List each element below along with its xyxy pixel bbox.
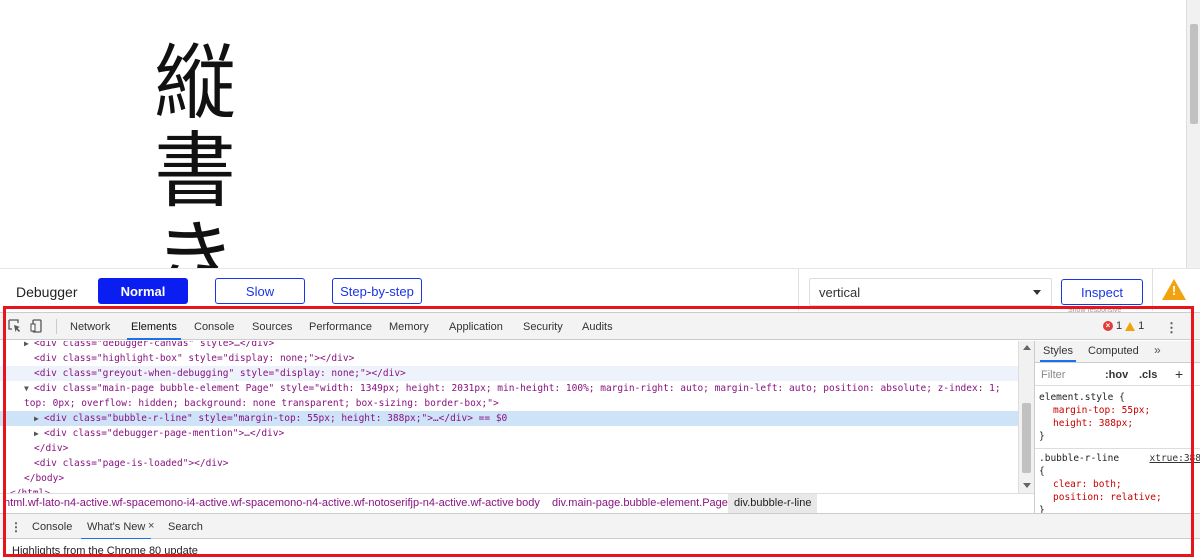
breadcrumb-html[interactable]: html.wf-lato-n4-active.wf-spacemono-i4-a… xyxy=(4,497,514,509)
expand-triangle-icon[interactable]: ▶ xyxy=(34,411,44,426)
breadcrumb-main-page[interactable]: div.main-page.bubble-element.Page xyxy=(552,497,728,509)
tab-memory[interactable]: Memory xyxy=(389,321,429,333)
more-tabs-icon[interactable]: » xyxy=(1154,343,1161,357)
dom-node[interactable]: <div class="page-is-loaded"></div> xyxy=(34,456,228,471)
error-icon: × xyxy=(1103,321,1113,331)
cls-toggle[interactable]: .cls xyxy=(1139,369,1157,381)
vertical-char-3: き xyxy=(153,212,236,269)
debugger-label: Debugger xyxy=(16,284,78,300)
breadcrumb: html.wf-lato-n4-active.wf-spacemono-i4-a… xyxy=(0,493,1034,513)
rule-property[interactable]: clear: both; xyxy=(1039,478,1200,491)
mode-select[interactable]: vertical xyxy=(809,278,1052,306)
vertical-text: 縦 書 き xyxy=(150,36,240,269)
hov-toggle[interactable]: :hov xyxy=(1105,369,1128,381)
devtools-panel: Network Elements Console Sources Perform… xyxy=(0,312,1200,560)
vertical-char-1: 縦 xyxy=(153,36,236,131)
tab-network[interactable]: Network xyxy=(70,321,110,333)
style-rule-element: element.style { margin-top: 55px; height… xyxy=(1035,391,1200,443)
dom-node[interactable]: </div> xyxy=(34,441,68,456)
page-scrollbar[interactable] xyxy=(1186,0,1200,268)
vertical-char-2: 書 xyxy=(153,124,236,219)
collapse-triangle-icon[interactable]: ▼ xyxy=(24,381,34,396)
expand-triangle-icon[interactable]: ▶ xyxy=(24,341,34,351)
rule-property[interactable]: position: relative; xyxy=(1039,491,1200,504)
tab-elements[interactable]: Elements xyxy=(127,321,181,340)
dom-node[interactable]: <div class="highlight-box" style="displa… xyxy=(34,351,354,366)
dom-node[interactable]: ▶ <div class="debugger-canvas" style>…</d… xyxy=(24,341,274,351)
dom-node[interactable]: ▶ <div class="debugger-page-mention">…</d… xyxy=(34,426,284,441)
drawer-tab-whats-new[interactable]: What's New xyxy=(80,521,152,540)
drawer-tab-console[interactable]: Console xyxy=(32,521,72,533)
warning-count: 1 xyxy=(1138,320,1145,332)
devtools-menu-icon[interactable]: ⋮ xyxy=(1165,320,1178,336)
device-toolbar-icon[interactable] xyxy=(30,319,44,333)
dom-node-continued: top: 0px; overflow: hidden; background: … xyxy=(24,398,499,409)
dom-scroll-thumb[interactable] xyxy=(1022,403,1031,473)
chevron-down-icon xyxy=(1033,290,1041,295)
styles-filter-input[interactable]: Filter xyxy=(1041,369,1065,381)
tab-separator xyxy=(56,319,57,334)
breadcrumb-current[interactable]: div.bubble-r-line xyxy=(728,494,818,513)
dom-node[interactable]: ▼ <div class="main-page bubble-element Pa… xyxy=(24,381,1001,396)
warning-mark: ! xyxy=(1171,283,1177,298)
rule-close: } xyxy=(1039,431,1045,442)
step-by-step-button[interactable]: Step-by-step xyxy=(332,278,422,304)
styles-filter-bar: Filter :hov .cls + xyxy=(1035,364,1200,386)
inspect-button[interactable]: Inspect xyxy=(1061,279,1143,305)
normal-button[interactable]: Normal xyxy=(98,278,188,304)
dom-scrollbar[interactable] xyxy=(1018,341,1034,493)
scroll-up-icon[interactable] xyxy=(1023,345,1031,350)
rule-divider xyxy=(1035,448,1200,449)
expand-triangle-icon[interactable]: ▶ xyxy=(34,426,44,441)
styles-tabbar: Styles Computed » xyxy=(1035,341,1200,363)
inspect-element-icon[interactable] xyxy=(8,319,22,333)
warning-cell[interactable]: ! xyxy=(1152,269,1200,311)
error-count: 1 xyxy=(1116,320,1123,332)
tab-audits[interactable]: Audits xyxy=(582,321,613,333)
tab-styles[interactable]: Styles xyxy=(1040,345,1076,362)
rule-close: } xyxy=(1039,505,1045,513)
new-rule-icon[interactable]: + xyxy=(1175,366,1183,382)
drawer-tab-search[interactable]: Search xyxy=(168,521,203,533)
tab-sources[interactable]: Sources xyxy=(252,321,292,333)
rule-property[interactable]: margin-top: 55px; xyxy=(1039,404,1200,417)
styles-sidebar: Styles Computed » Filter :hov .cls + ele… xyxy=(1034,341,1200,513)
warning-small-icon xyxy=(1125,321,1136,331)
page-scroll-thumb[interactable] xyxy=(1190,24,1198,124)
dom-node-selected[interactable]: ▶ <div class="bubble-r-line" style="margi… xyxy=(0,411,1018,426)
tab-security[interactable]: Security xyxy=(523,321,563,333)
dom-tree: ▶ <div class="debugger-canvas" style>…</d… xyxy=(0,341,1034,507)
debugger-bar: Debugger Normal Slow Step-by-step vertic… xyxy=(0,268,1200,314)
tab-console[interactable]: Console xyxy=(194,321,234,333)
tab-computed[interactable]: Computed xyxy=(1088,345,1139,357)
style-rule-bubble-r-line: .bubble-r-line xtrue:388 { clear: both; … xyxy=(1035,452,1200,513)
dom-node[interactable]: </body> xyxy=(24,471,64,486)
page-preview: 縦 書 き xyxy=(0,0,1200,268)
whats-new-headline: Highlights from the Chrome 80 update xyxy=(12,545,198,557)
scroll-down-icon[interactable] xyxy=(1023,483,1031,488)
dom-node[interactable]: <div class="greyout-when-debugging" styl… xyxy=(0,366,1018,381)
tab-application[interactable]: Application xyxy=(449,321,503,333)
issue-counter[interactable]: × 1 1 xyxy=(1103,320,1144,332)
rule-property[interactable]: height: 388px; xyxy=(1039,417,1200,430)
drawer-tabbar: ⋮ Console What's New × Search xyxy=(0,513,1200,540)
slow-button[interactable]: Slow xyxy=(215,278,305,304)
rule-open: { xyxy=(1039,466,1045,477)
devtools-tabbar: Network Elements Console Sources Perform… xyxy=(0,313,1200,340)
drawer-body: Highlights from the Chrome 80 update xyxy=(0,539,1200,560)
mode-select-value: vertical xyxy=(819,285,861,300)
rule-selector: element.style { xyxy=(1039,392,1125,403)
close-icon[interactable]: × xyxy=(148,520,154,532)
tab-performance[interactable]: Performance xyxy=(309,321,372,333)
drawer-menu-icon[interactable]: ⋮ xyxy=(10,520,22,534)
breadcrumb-body[interactable]: body xyxy=(516,497,540,509)
debugger-divider xyxy=(798,269,799,311)
rule-source-link[interactable]: xtrue:388 xyxy=(1150,452,1200,465)
